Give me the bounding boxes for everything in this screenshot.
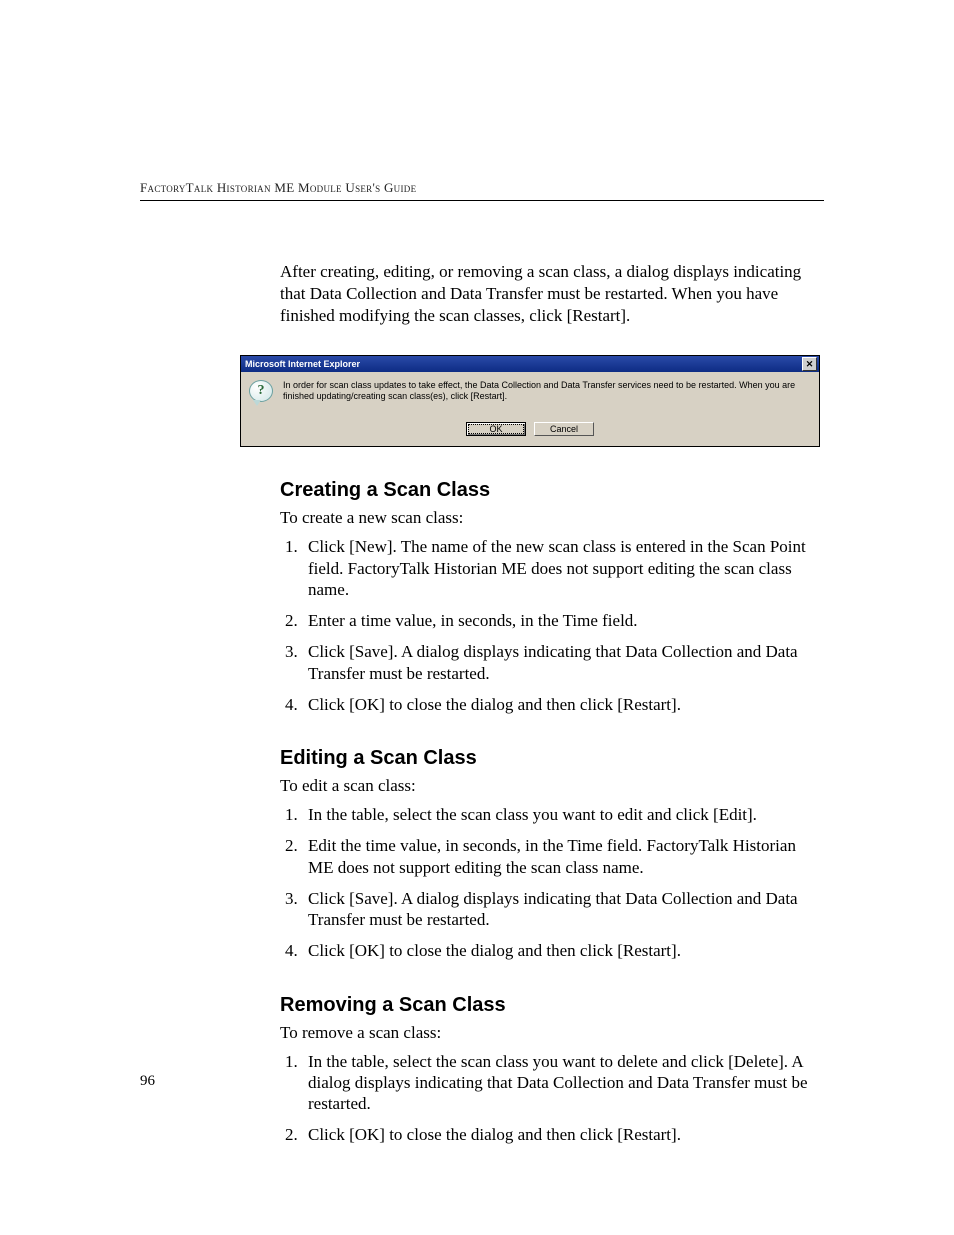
section-intro: To create a new scan class:	[280, 508, 824, 528]
close-icon[interactable]: ✕	[802, 357, 817, 371]
running-header: FactoryTalk Historian ME Module User's G…	[140, 180, 824, 201]
dialog-title: Microsoft Internet Explorer	[243, 359, 360, 369]
list-item: In the table, select the scan class you …	[302, 1051, 824, 1115]
section-intro: To edit a scan class:	[280, 776, 824, 796]
list-item: Click [New]. The name of the new scan cl…	[302, 536, 824, 600]
section-creating: Creating a Scan Class To create a new sc…	[280, 479, 824, 715]
section-heading: Editing a Scan Class	[280, 747, 824, 770]
section-removing: Removing a Scan Class To remove a scan c…	[280, 994, 824, 1146]
section-steps: In the table, select the scan class you …	[280, 804, 824, 962]
list-item: Click [OK] to close the dialog and then …	[302, 940, 824, 961]
dialog-body: ? In order for scan class updates to tak…	[241, 372, 819, 446]
section-steps: In the table, select the scan class you …	[280, 1051, 824, 1146]
list-item: Click [Save]. A dialog displays indicati…	[302, 888, 824, 931]
document-page: FactoryTalk Historian ME Module User's G…	[0, 0, 954, 1235]
list-item: Click [OK] to close the dialog and then …	[302, 694, 824, 715]
page-number: 96	[140, 1073, 155, 1090]
dialog-button-row: OK Cancel	[249, 422, 811, 436]
ok-button[interactable]: OK	[466, 422, 526, 436]
dialog-message: In order for scan class updates to take …	[283, 380, 811, 402]
intro-paragraph: After creating, editing, or removing a s…	[280, 261, 824, 327]
list-item: Enter a time value, in seconds, in the T…	[302, 610, 824, 631]
section-steps: Click [New]. The name of the new scan cl…	[280, 536, 824, 715]
dialog-window: Microsoft Internet Explorer ✕ ? In order…	[240, 355, 820, 447]
list-item: Edit the time value, in seconds, in the …	[302, 835, 824, 878]
list-item: Click [Save]. A dialog displays indicati…	[302, 641, 824, 684]
section-heading: Creating a Scan Class	[280, 479, 824, 502]
list-item: Click [OK] to close the dialog and then …	[302, 1124, 824, 1145]
section-editing: Editing a Scan Class To edit a scan clas…	[280, 747, 824, 962]
cancel-button[interactable]: Cancel	[534, 422, 594, 436]
list-item: In the table, select the scan class you …	[302, 804, 824, 825]
running-header-text: FactoryTalk Historian ME Module User's G…	[140, 180, 416, 195]
intro-paragraph-block: After creating, editing, or removing a s…	[280, 261, 824, 327]
question-icon: ?	[249, 380, 273, 404]
section-intro: To remove a scan class:	[280, 1023, 824, 1043]
dialog-screenshot: Microsoft Internet Explorer ✕ ? In order…	[240, 355, 820, 447]
section-heading: Removing a Scan Class	[280, 994, 824, 1017]
dialog-titlebar: Microsoft Internet Explorer ✕	[241, 356, 819, 372]
